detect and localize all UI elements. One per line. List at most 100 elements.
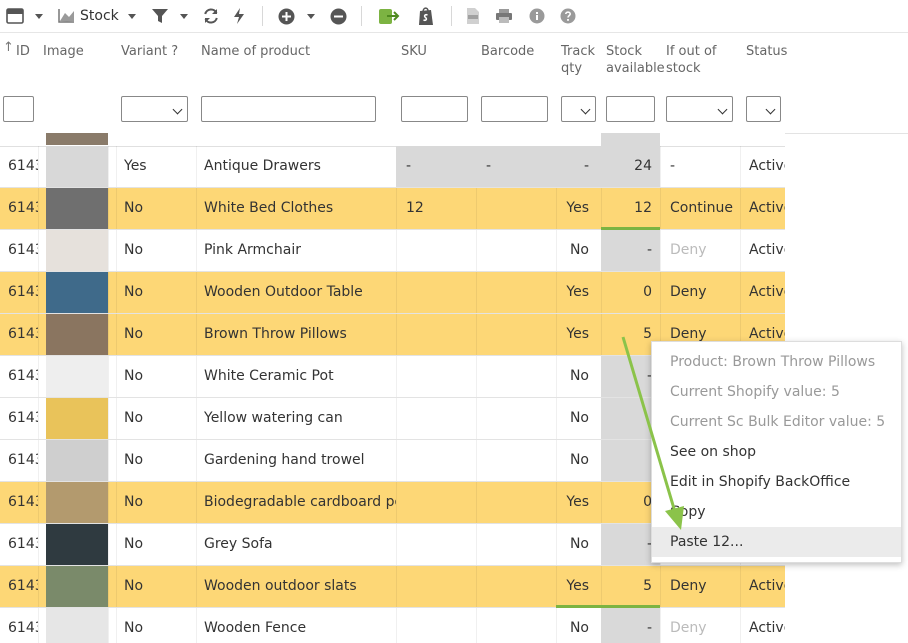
barcode-cell[interactable] [476,314,556,355]
track-qty-cell[interactable]: No [556,524,601,565]
refresh-icon[interactable] [202,5,220,27]
variant-cell[interactable]: No [116,566,196,607]
context-menu-item[interactable]: Paste 12... [652,527,901,557]
stock-available-cell[interactable]: 12 [601,188,660,229]
table-row[interactable]: 6143 NoWooden outdoor slats Yes5DenyActive [0,566,785,608]
product-name-cell[interactable]: Wooden Outdoor Table [196,272,396,313]
track-qty-cell[interactable]: No [556,230,601,271]
stock-available-cell[interactable]: - [601,230,660,271]
barcode-cell[interactable] [476,230,556,271]
product-name-cell[interactable]: Pink Armchair [196,230,396,271]
barcode-filter-input[interactable] [481,96,548,122]
row-id[interactable]: 6143 [0,188,38,229]
csv-icon[interactable] [466,5,480,27]
stock-available-cell[interactable]: 5 [601,566,660,607]
sku-cell[interactable] [396,272,476,313]
sku-cell[interactable] [396,482,476,523]
variant-cell[interactable]: No [116,356,196,397]
stock-filter-input[interactable] [606,96,655,122]
info-icon[interactable] [529,5,545,27]
product-name-cell[interactable]: Wooden Fence [196,608,396,643]
barcode-cell[interactable] [476,482,556,523]
bolt-icon[interactable] [232,5,246,27]
sku-cell[interactable] [396,524,476,565]
filter-icon[interactable] [151,5,169,27]
add-icon[interactable] [278,5,295,27]
row-id[interactable]: 6143 [0,566,38,607]
column-header-variant[interactable]: Variant ? [121,43,178,60]
context-menu-item[interactable]: Edit in Shopify BackOffice [652,467,901,497]
context-menu-item[interactable]: Copy [652,497,901,527]
track-qty-cell[interactable]: No [556,356,601,397]
column-header-if-out-of-stock[interactable]: If out of stock [666,43,732,77]
barcode-cell[interactable] [476,272,556,313]
track-qty-cell[interactable]: Yes [556,482,601,523]
barcode-cell[interactable]: - [476,146,556,187]
barcode-cell[interactable] [476,188,556,229]
column-header-sku[interactable]: SKU [401,43,427,60]
row-id[interactable]: 6143 [0,608,38,643]
sku-cell[interactable] [396,440,476,481]
product-name-cell[interactable]: Wooden outdoor slats [196,566,396,607]
row-id[interactable]: 6143 [0,440,38,481]
product-name-cell[interactable]: Antique Drawers [196,146,396,187]
track-qty-cell[interactable]: Yes [556,272,601,313]
out-of-stock-cell[interactable]: - [660,146,740,187]
track-qty-filter-select[interactable] [561,96,596,122]
barcode-cell[interactable] [476,356,556,397]
product-name-cell[interactable]: Gardening hand trowel [196,440,396,481]
variant-cell[interactable]: No [116,440,196,481]
column-header-stock-available[interactable]: Stock available [606,43,665,77]
product-name-cell[interactable]: White Bed Clothes [196,188,396,229]
sku-cell[interactable] [396,356,476,397]
variant-cell[interactable]: No [116,482,196,523]
stock-available-cell[interactable]: - [601,608,660,643]
barcode-cell[interactable] [476,566,556,607]
barcode-cell[interactable] [476,440,556,481]
column-header-id[interactable]: ID [16,43,30,60]
status-cell[interactable]: Active [740,188,785,229]
row-id[interactable]: 6143 [0,398,38,439]
table-row[interactable]: 6143NoWooden FenceNo-DenyActive [0,608,785,643]
table-row[interactable]: 6143 NoWooden Outdoor Table Yes0DenyActive [0,272,785,314]
row-id[interactable]: 6143 [0,146,38,187]
name-filter-input[interactable] [201,96,376,122]
sku-cell[interactable] [396,230,476,271]
status-cell[interactable]: Active [740,230,785,271]
barcode-cell[interactable] [476,398,556,439]
variant-cell[interactable]: No [116,398,196,439]
export-icon[interactable] [378,5,400,27]
table-row[interactable]: 6143YesAntique Drawers---24-Active [0,146,785,188]
variant-cell[interactable]: No [116,272,196,313]
out-of-stock-cell[interactable]: Continue [660,188,740,229]
context-menu-item[interactable]: See on shop [652,437,901,467]
product-name-cell[interactable]: Grey Sofa [196,524,396,565]
variant-cell[interactable]: No [116,608,196,643]
row-id[interactable]: 6143 [0,230,38,271]
row-id[interactable]: 6143 [0,482,38,523]
variant-cell[interactable]: No [116,314,196,355]
shopify-icon[interactable] [417,5,435,27]
track-qty-cell[interactable]: No [556,608,601,643]
column-header-status[interactable]: Status [746,43,787,60]
variant-cell[interactable]: No [116,188,196,229]
track-qty-cell[interactable]: Yes [556,566,601,607]
sku-filter-input[interactable] [401,96,468,122]
sku-cell[interactable]: - [396,146,476,187]
stock-available-cell[interactable]: 24 [601,146,660,187]
out-of-stock-cell[interactable]: Deny [660,272,740,313]
status-cell[interactable]: Active [740,566,785,607]
track-qty-cell[interactable]: Yes [556,188,601,229]
product-name-cell[interactable]: Brown Throw Pillows [196,314,396,355]
variant-cell[interactable]: No [116,524,196,565]
sku-cell[interactable] [396,314,476,355]
status-cell[interactable]: Active [740,608,785,643]
grid-icon[interactable] [6,5,24,27]
table-row[interactable]: 6143NoWhite Bed Clothes12Yes12ContinueAc… [0,188,785,230]
filter-chevron-icon[interactable] [180,5,188,27]
sku-cell[interactable] [396,398,476,439]
status-cell[interactable]: Active [740,146,785,187]
sku-cell[interactable] [396,608,476,643]
track-qty-cell[interactable]: No [556,398,601,439]
sku-cell[interactable]: 12 [396,188,476,229]
